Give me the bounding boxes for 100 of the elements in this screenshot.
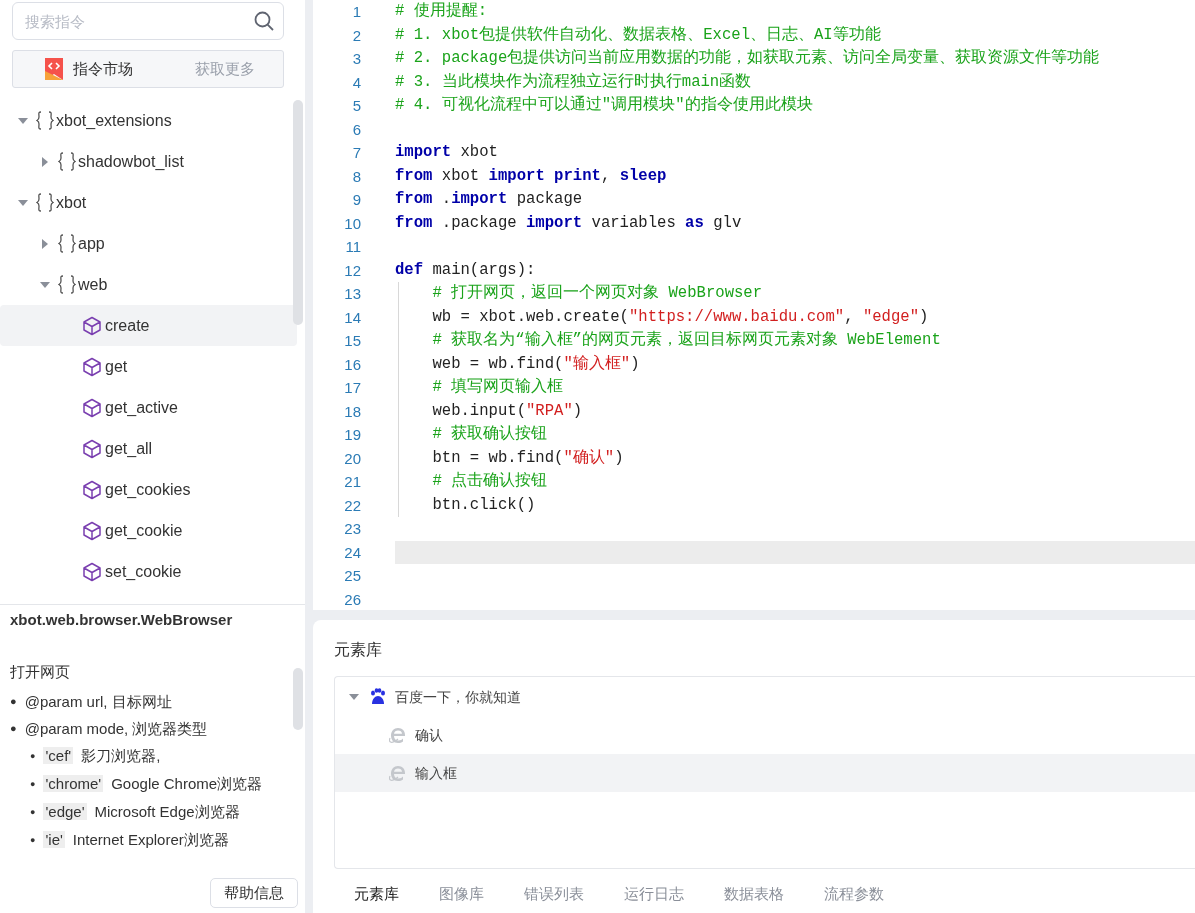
bullet-mark: ●: [10, 721, 17, 734]
line-number: 24: [343, 542, 362, 563]
line-number: 6: [351, 119, 362, 140]
e-logo-icon: [389, 726, 407, 744]
tree-item[interactable]: xbot: [0, 182, 297, 223]
bullet-mark: ●: [30, 806, 36, 817]
line-number: 2: [351, 25, 362, 46]
doc-param-option: 'edge' Microsoft Edge浏览器: [43, 802, 240, 820]
line-number: 15: [343, 331, 362, 351]
caret-down-icon[interactable]: [18, 197, 28, 208]
code-line: # 2. package包提供访问当前应用数据的功能，如获取元素、访问全局变量、获取资源文件等功能: [395, 49, 1100, 67]
element-group-label: 百度一下，你就知道: [395, 687, 521, 707]
tree-item-label: get_active: [105, 397, 178, 418]
line-number: 20: [343, 448, 362, 469]
line-number: 9: [351, 190, 362, 210]
line-number: 18: [343, 401, 362, 422]
line-number: 10: [343, 213, 362, 234]
market-label: 指令市场: [73, 58, 134, 79]
panel-title: 元素库: [334, 640, 383, 660]
line-number: 26: [343, 589, 362, 610]
cube-icon: [82, 520, 102, 541]
panel-tab[interactable]: 元素库: [334, 883, 419, 906]
braces-icon: [58, 234, 76, 253]
cube-icon: [82, 438, 102, 459]
caret-down-icon[interactable]: [18, 115, 28, 126]
tree-item[interactable]: create: [0, 305, 297, 346]
line-number: 13: [343, 284, 362, 304]
tree-item-label: get_cookie: [105, 520, 183, 541]
code-line: # 获取确认按钮: [431, 425, 548, 443]
search-field[interactable]: 搜索指令: [12, 2, 284, 40]
doc-title: xbot.web.browser.WebBrowser: [10, 611, 234, 629]
caret-right-icon[interactable]: [40, 156, 50, 167]
tree-item[interactable]: app: [0, 223, 297, 264]
line-number: 22: [343, 495, 362, 516]
market-bar[interactable]: 指令市场 获取更多: [12, 50, 284, 88]
line-number: 5: [351, 96, 362, 116]
braces-icon: [58, 152, 76, 171]
tree-item-label: get_cookies: [105, 479, 191, 500]
line-number: 12: [343, 260, 362, 281]
code-line: from xbot import print, sleep: [395, 166, 667, 185]
tree-item[interactable]: get_cookies: [0, 469, 297, 510]
tree-item[interactable]: get_cookie: [0, 510, 297, 551]
code-line: from .import package: [395, 190, 583, 208]
line-number: 3: [351, 49, 362, 69]
tree-item-label: xbot_extensions: [56, 110, 172, 131]
doc-param: @param mode, 浏览器类型: [24, 719, 208, 737]
code-line: web.input("RPA"): [431, 401, 583, 420]
element-group[interactable]: 百度一下，你就知道: [335, 678, 1195, 716]
cube-icon: [82, 479, 102, 500]
code-line: # 填写网页输入框: [431, 378, 564, 396]
line-number: 7: [351, 143, 362, 163]
element-item[interactable]: 输入框: [335, 754, 1195, 792]
code-line: def main(args):: [395, 260, 536, 279]
e-logo-icon: [389, 764, 407, 782]
tree-item[interactable]: set_cookie: [0, 551, 297, 592]
code-line: # 打开网页，返回一个网页对象 WebBrowser: [431, 284, 763, 302]
bullet-mark: ●: [30, 834, 36, 845]
doc-summary: 打开网页: [10, 662, 71, 682]
element-item-label: 确认: [415, 725, 443, 745]
caret-down-icon[interactable]: [40, 279, 50, 290]
tree-item-label: set_cookie: [105, 561, 182, 582]
caret-right-icon[interactable]: [40, 238, 50, 249]
code-line: # 4. 可视化流程中可以通过"调用模块"的指令使用此模块: [395, 96, 813, 114]
tree-item[interactable]: xbot_extensions: [0, 100, 297, 141]
braces-icon: [58, 275, 76, 294]
tree-item[interactable]: get: [0, 346, 297, 387]
paw-icon: [369, 688, 387, 706]
element-item[interactable]: 确认: [335, 716, 1195, 754]
doc-param: @param url, 目标网址: [24, 692, 172, 710]
tree-item[interactable]: web: [0, 264, 297, 305]
scrollbar-thumb[interactable]: [293, 100, 303, 325]
tree-item-label: app: [78, 233, 105, 254]
tree-item[interactable]: get_all: [0, 428, 297, 469]
doc-param-option: 'cef' 影刀浏览器,: [43, 746, 161, 764]
element-item-label: 输入框: [415, 763, 457, 783]
bullet-mark: ●: [30, 778, 36, 789]
scrollbar-thumb[interactable]: [293, 668, 303, 730]
braces-icon: [36, 193, 54, 212]
code-line: btn.click(): [431, 495, 536, 514]
tree-item[interactable]: shadowbot_list: [0, 141, 297, 182]
tree-item-label: get_all: [105, 438, 153, 459]
cube-icon: [82, 561, 102, 582]
line-number: 1: [351, 2, 362, 22]
tree-item-label: xbot: [56, 192, 87, 213]
cube-icon: [82, 397, 102, 418]
line-number: 16: [343, 354, 362, 375]
line-number: 21: [343, 472, 362, 492]
tree-item[interactable]: get_active: [0, 387, 297, 428]
line-number: 25: [343, 566, 362, 586]
help-button[interactable]: 帮助信息: [210, 877, 298, 908]
line-number: 19: [343, 425, 362, 445]
cube-icon: [82, 315, 102, 336]
line-number: 17: [343, 378, 362, 398]
line-number: 8: [351, 166, 362, 187]
line-number: 4: [351, 72, 362, 93]
code-line: wb = xbot.web.create("https://www.baidu.com", "edge"): [431, 307, 929, 326]
bullet-mark: ●: [10, 694, 17, 707]
market-logo-icon: [45, 58, 63, 80]
tree-item-label: web: [78, 274, 108, 295]
code-line: # 点击确认按钮: [431, 472, 548, 490]
